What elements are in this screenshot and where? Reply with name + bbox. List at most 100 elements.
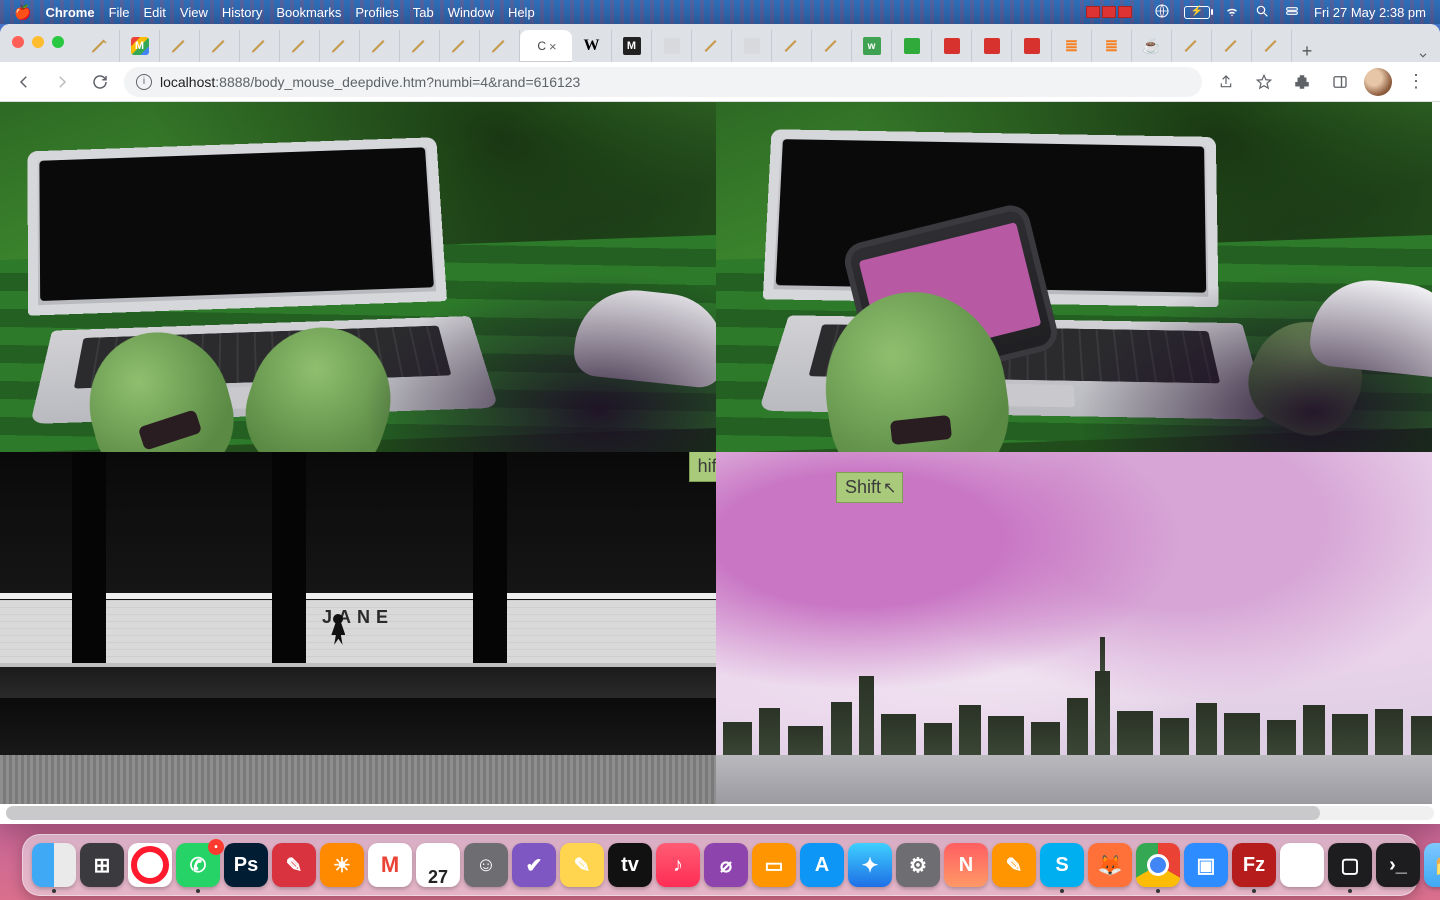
- image-cell-1[interactable]: [0, 102, 716, 452]
- menubar-clock[interactable]: Fri 27 May 2:38 pm: [1314, 5, 1426, 20]
- dock-appstore[interactable]: A: [800, 843, 844, 887]
- tab-m[interactable]: M: [612, 30, 652, 62]
- site-info-icon[interactable]: i: [136, 74, 152, 90]
- nav-back-button[interactable]: [10, 68, 38, 96]
- tab-blank-2[interactable]: [732, 30, 772, 62]
- chrome-menu-button[interactable]: ⋮: [1402, 68, 1430, 96]
- close-tab-icon[interactable]: ×: [549, 39, 557, 54]
- dock-books[interactable]: ▭: [752, 843, 796, 887]
- menu-profiles[interactable]: Profiles: [355, 5, 398, 20]
- dock-skype[interactable]: S: [1040, 843, 1084, 887]
- dock-brackets[interactable]: [ ]: [1280, 843, 1324, 887]
- new-tab-button[interactable]: +: [1292, 41, 1322, 62]
- dock-photoshop[interactable]: Ps: [224, 843, 268, 887]
- menu-window[interactable]: Window: [448, 5, 494, 20]
- tab-green[interactable]: [892, 30, 932, 62]
- dock-firefox[interactable]: 🦊: [1088, 843, 1132, 887]
- tab-27[interactable]: [1172, 30, 1212, 62]
- dock-chrome[interactable]: [1136, 843, 1180, 887]
- dock-contacts[interactable]: ☺: [464, 843, 508, 887]
- tab-red-3[interactable]: [1012, 30, 1052, 62]
- share-button[interactable]: [1212, 68, 1240, 96]
- dock-app-orange[interactable]: ☀: [320, 843, 364, 887]
- wifi-icon[interactable]: [1224, 3, 1240, 22]
- tab-10[interactable]: [440, 30, 480, 62]
- battery-icon[interactable]: ⚡: [1184, 6, 1210, 19]
- nav-forward-button[interactable]: [48, 68, 76, 96]
- image-cell-2[interactable]: [716, 102, 1432, 452]
- tab-active[interactable]: C ×: [520, 30, 572, 62]
- tab-stackoverflow-2[interactable]: ≣: [1092, 30, 1132, 62]
- dock-reminders[interactable]: ✔: [512, 843, 556, 887]
- tab-wikipedia[interactable]: W: [572, 30, 612, 62]
- dock-whatsapp[interactable]: ✆•: [176, 843, 220, 887]
- bookmark-button[interactable]: [1250, 68, 1278, 96]
- apple-menu-icon[interactable]: 🍎: [14, 4, 31, 21]
- window-zoom-button[interactable]: [52, 36, 64, 48]
- tab-11[interactable]: [480, 30, 520, 62]
- tab-15[interactable]: [692, 30, 732, 62]
- dock-finder[interactable]: [32, 843, 76, 887]
- tab-1[interactable]: [80, 30, 120, 62]
- language-icon[interactable]: [1154, 3, 1170, 22]
- dock-opera[interactable]: [128, 843, 172, 887]
- tab-red-1[interactable]: [932, 30, 972, 62]
- extensions-button[interactable]: [1288, 68, 1316, 96]
- tab-java[interactable]: ☕: [1132, 30, 1172, 62]
- window-minimize-button[interactable]: [32, 36, 44, 48]
- tab-9[interactable]: [400, 30, 440, 62]
- menu-view[interactable]: View: [180, 5, 208, 20]
- dock-tv[interactable]: tv: [608, 843, 652, 887]
- nav-reload-button[interactable]: [86, 68, 114, 96]
- dock-calendar[interactable]: MAY 27: [416, 843, 460, 887]
- image-cell-4[interactable]: Shift↖: [716, 452, 1432, 804]
- control-center-icon[interactable]: [1284, 3, 1300, 22]
- app-name[interactable]: Chrome: [45, 5, 94, 20]
- overlay-label-2[interactable]: Shift↖: [836, 472, 903, 503]
- horizontal-scrollbar[interactable]: [6, 806, 1434, 820]
- dock-pages[interactable]: ✎: [992, 843, 1036, 887]
- sidepanel-button[interactable]: [1326, 68, 1354, 96]
- dock-filezilla[interactable]: Fz: [1232, 843, 1276, 887]
- overlay-label-1[interactable]: hift↖: [689, 452, 716, 482]
- tab-wf[interactable]: w: [852, 30, 892, 62]
- address-bar[interactable]: i localhost:8888/body_mouse_deepdive.htm…: [124, 67, 1202, 97]
- dock-terminal-2[interactable]: ›_: [1376, 843, 1420, 887]
- tab-28[interactable]: [1212, 30, 1252, 62]
- dock-launchpad[interactable]: ⊞: [80, 843, 124, 887]
- dock-app-red[interactable]: ✎: [272, 843, 316, 887]
- tab-stackoverflow-1[interactable]: ≣: [1052, 30, 1092, 62]
- dock-notes[interactable]: ✎: [560, 843, 604, 887]
- tab-17[interactable]: [772, 30, 812, 62]
- tab-3[interactable]: [160, 30, 200, 62]
- image-cell-3[interactable]: JANE hift↖: [0, 452, 716, 804]
- menu-edit[interactable]: Edit: [144, 5, 166, 20]
- dock-folder[interactable]: 📁: [1424, 843, 1440, 887]
- tab-6[interactable]: [280, 30, 320, 62]
- spotlight-icon[interactable]: [1254, 3, 1270, 22]
- tab-5[interactable]: [240, 30, 280, 62]
- dock-systempref[interactable]: ⚙: [896, 843, 940, 887]
- dock-mail[interactable]: [368, 843, 412, 887]
- tab-red-2[interactable]: [972, 30, 1012, 62]
- dock-news[interactable]: N: [944, 843, 988, 887]
- tab-gmail[interactable]: [120, 30, 160, 62]
- dock-zoom[interactable]: ▣: [1184, 843, 1228, 887]
- tab-4[interactable]: [200, 30, 240, 62]
- tab-overflow-button[interactable]: [1406, 48, 1440, 62]
- scrollbar-thumb[interactable]: [6, 806, 1320, 820]
- tab-7[interactable]: [320, 30, 360, 62]
- tab-18[interactable]: [812, 30, 852, 62]
- dock-safari[interactable]: ✦: [848, 843, 892, 887]
- menu-history[interactable]: History: [222, 5, 262, 20]
- dock-terminal[interactable]: ▢: [1328, 843, 1372, 887]
- menu-bookmarks[interactable]: Bookmarks: [276, 5, 341, 20]
- dock-podcasts[interactable]: ⌀: [704, 843, 748, 887]
- dock-music[interactable]: ♪: [656, 843, 700, 887]
- window-close-button[interactable]: [12, 36, 24, 48]
- tab-blank-1[interactable]: [652, 30, 692, 62]
- menu-file[interactable]: File: [109, 5, 130, 20]
- menu-tab[interactable]: Tab: [413, 5, 434, 20]
- tab-8[interactable]: [360, 30, 400, 62]
- menu-help[interactable]: Help: [508, 5, 535, 20]
